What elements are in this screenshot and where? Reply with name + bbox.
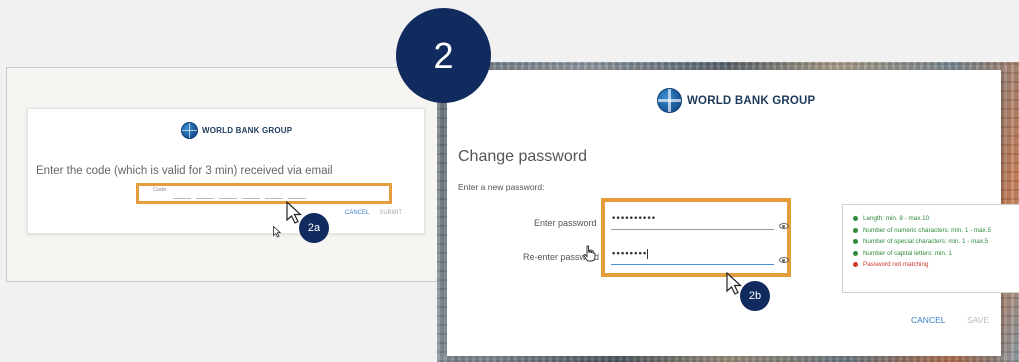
save-button[interactable]: SAVE <box>967 315 989 325</box>
rule-matching: Password not matching <box>853 259 1019 271</box>
globe-logo-icon <box>181 122 198 139</box>
cancel-button[interactable]: CANCEL <box>345 210 369 216</box>
status-dot-icon <box>853 216 858 222</box>
code-input-highlight: Code: <box>136 183 392 204</box>
code-digit-slot[interactable] <box>265 198 283 199</box>
step-number-badge: 2 <box>396 8 491 103</box>
world-bank-logo: WORLD BANK GROUP <box>657 88 815 113</box>
rule-numeric: Number of numeric characters: min. 1 - m… <box>853 225 1019 237</box>
code-actions: CANCEL SUBMIT <box>345 210 402 216</box>
rule-length: Length: min. 8 - max.10 <box>853 213 1019 225</box>
change-password-dialog: WORLD BANK GROUP Change password Enter a… <box>447 70 1019 356</box>
text-caret <box>647 249 649 259</box>
code-digit-slot[interactable] <box>288 198 306 199</box>
status-dot-icon <box>853 239 858 245</box>
status-dot-icon <box>853 250 858 256</box>
code-label: Code: <box>153 187 168 193</box>
password-fields-highlight: •••••••••• •••••••• <box>601 198 791 277</box>
password-rules-panel: Length: min. 8 - max.10 Number of numeri… <box>842 204 1019 293</box>
code-digit-slot[interactable] <box>196 198 214 199</box>
status-dot-icon <box>853 227 858 233</box>
arrow-cursor-icon <box>726 272 743 295</box>
sub-step-badge-2b: 2b <box>740 281 770 311</box>
arrow-cursor-icon <box>286 201 303 224</box>
rule-capital: Number of capital letters: min. 1 <box>853 248 1019 260</box>
reenter-password-input[interactable]: •••••••• <box>611 249 774 265</box>
enter-password-label: Enter password <box>534 218 597 228</box>
code-entry-screenshot: WORLD BANK GROUP Enter the code (which i… <box>6 67 440 282</box>
hand-cursor-icon <box>583 245 596 262</box>
cancel-button[interactable]: CANCEL <box>911 315 945 325</box>
dialog-title: Change password <box>458 148 587 165</box>
code-prompt-text: Enter the code (which is valid for 3 min… <box>36 165 333 177</box>
code-digit-slot[interactable] <box>242 198 260 199</box>
rule-special: Number of special characters: min. 1 - m… <box>853 236 1019 248</box>
arrow-cursor-icon <box>273 226 282 238</box>
change-password-screenshot: WORLD BANK GROUP Change password Enter a… <box>437 62 1019 362</box>
submit-button[interactable]: SUBMIT <box>379 210 402 216</box>
dialog-subtitle: Enter a new password: <box>458 182 545 192</box>
code-entry-card: WORLD BANK GROUP Enter the code (which i… <box>27 108 425 234</box>
code-digit-slot[interactable] <box>219 198 237 199</box>
globe-logo-icon <box>657 88 682 113</box>
world-bank-logo: WORLD BANK GROUP <box>181 122 292 139</box>
status-dot-icon <box>853 262 858 268</box>
code-digit-slot[interactable] <box>173 198 191 199</box>
code-input[interactable] <box>173 198 306 199</box>
eye-icon[interactable] <box>779 257 789 263</box>
eye-icon[interactable] <box>779 223 789 229</box>
password-input[interactable]: •••••••••• <box>611 214 774 230</box>
